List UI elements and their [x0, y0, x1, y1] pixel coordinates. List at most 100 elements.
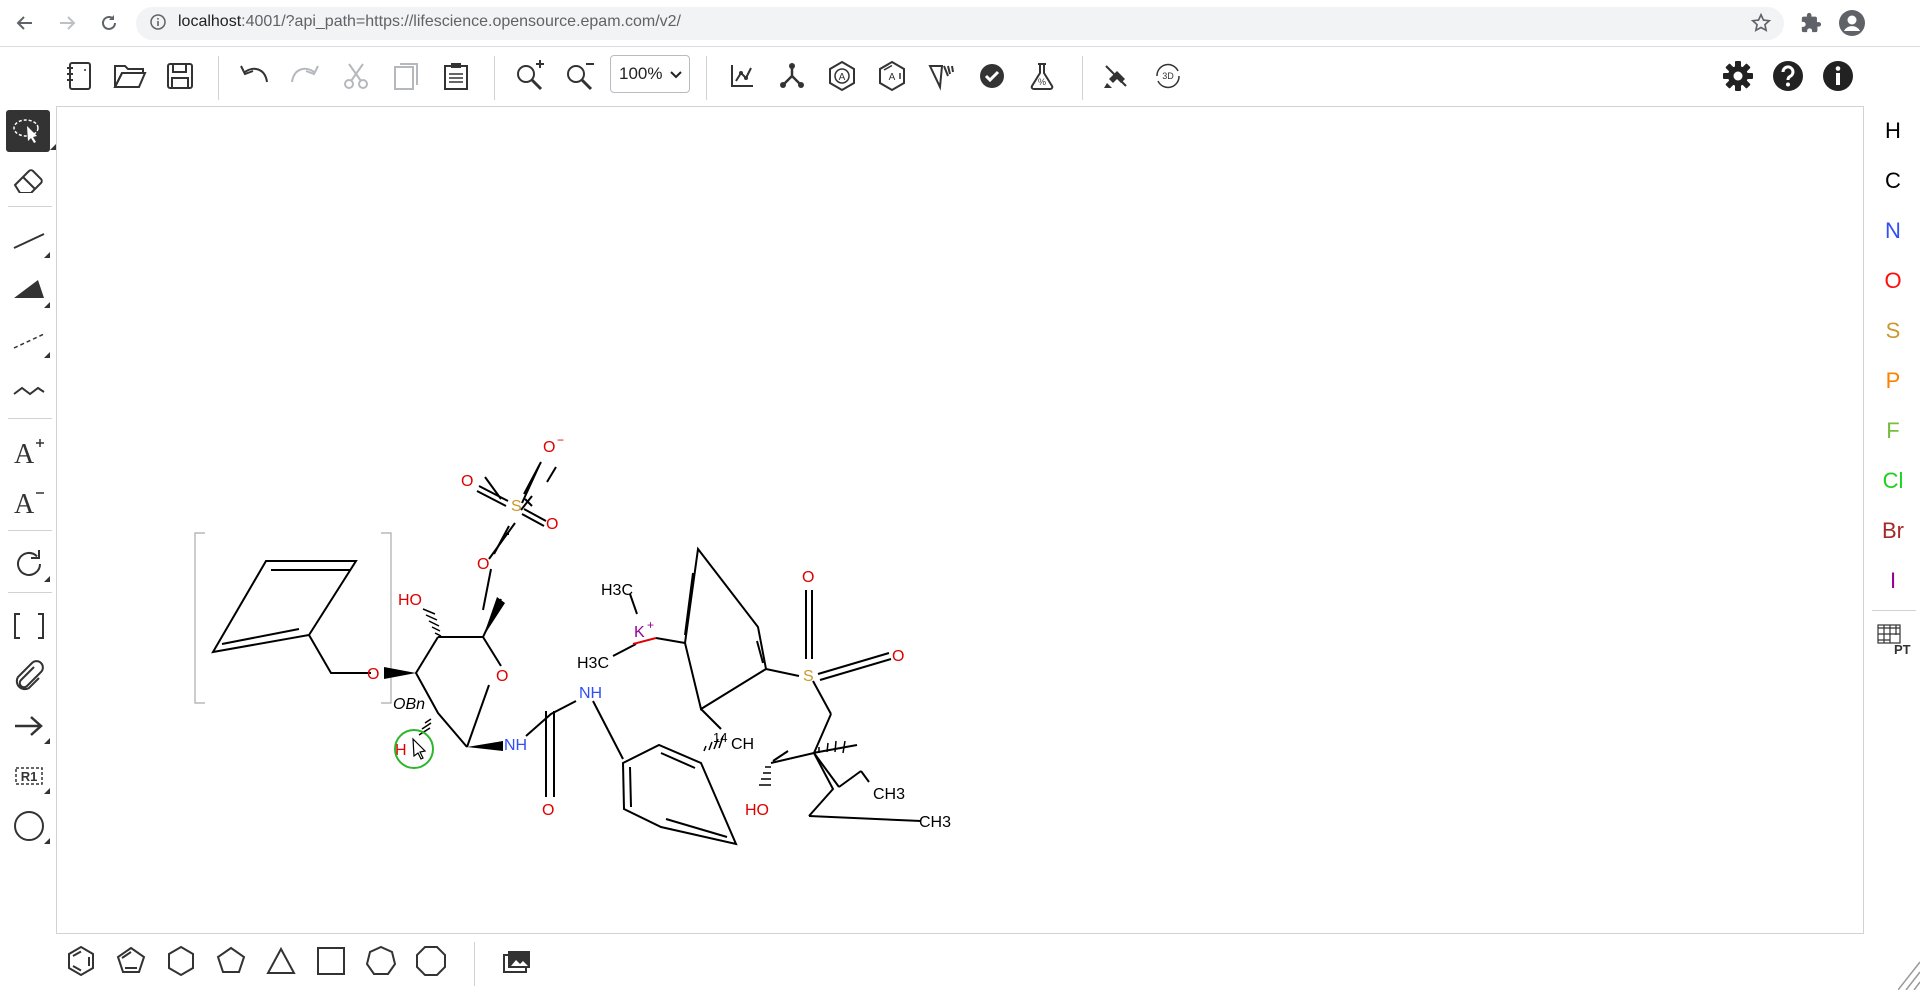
- atom-button-p[interactable]: P: [1866, 368, 1920, 394]
- wavy-bond-tool[interactable]: [8, 370, 50, 410]
- attach-tool[interactable]: [8, 656, 50, 696]
- extensions-icon[interactable]: [1800, 12, 1822, 39]
- atom-o[interactable]: O: [477, 556, 489, 573]
- template-cyclobutane[interactable]: [310, 940, 352, 982]
- atom-s[interactable]: S: [803, 668, 814, 685]
- template-benzene[interactable]: [60, 940, 102, 982]
- dashed-bond-tool[interactable]: [8, 320, 50, 360]
- atom-o[interactable]: O: [802, 569, 814, 586]
- miew-icon[interactable]: [1096, 56, 1136, 96]
- redo-icon[interactable]: [285, 56, 325, 96]
- erase-tool[interactable]: [8, 160, 50, 200]
- upper-ring[interactable]: [683, 546, 800, 730]
- obn-label[interactable]: OBn: [393, 696, 425, 713]
- atom-o[interactable]: O: [892, 648, 904, 665]
- atom-nh[interactable]: NH: [504, 737, 527, 754]
- template-cyclopentane[interactable]: [210, 940, 252, 982]
- zoom-in-icon[interactable]: [510, 56, 550, 96]
- atom-s[interactable]: S: [511, 498, 522, 515]
- template-cyclohexane[interactable]: [160, 940, 202, 982]
- rotate-tool[interactable]: [8, 544, 50, 584]
- shape-circle-tool[interactable]: [8, 806, 50, 846]
- open-icon[interactable]: [110, 56, 150, 96]
- atom-button-f[interactable]: F: [1866, 418, 1920, 444]
- sugar-ring[interactable]: [414, 466, 557, 748]
- template-cycloheptane[interactable]: [360, 940, 402, 982]
- ethyl-bond[interactable]: [838, 770, 870, 788]
- template-cyclooctane[interactable]: [410, 940, 452, 982]
- layout-icon[interactable]: [722, 56, 762, 96]
- drawing-canvas[interactable]: O − O S O O HO O O OBn H NH NH O H3C H3C…: [56, 106, 1864, 934]
- atom-o-ring[interactable]: O: [496, 668, 508, 685]
- zoom-select[interactable]: 100%: [610, 55, 690, 93]
- template-library-icon[interactable]: [496, 940, 538, 982]
- isotope-label[interactable]: 14: [713, 730, 727, 745]
- analyse-icon[interactable]: %: [1022, 56, 1062, 96]
- atom-button-i[interactable]: I: [1866, 568, 1920, 594]
- 3d-icon[interactable]: 3D: [1148, 56, 1188, 96]
- atom-button-o[interactable]: O: [1866, 268, 1920, 294]
- clean-icon[interactable]: [772, 56, 812, 96]
- atom-button-n[interactable]: N: [1866, 218, 1920, 244]
- sgroup-bracket[interactable]: [194, 532, 392, 704]
- atom-ch3[interactable]: CH3: [919, 814, 951, 831]
- atom-o-minus[interactable]: O: [543, 439, 555, 456]
- template-cyclopentadiene[interactable]: [110, 940, 152, 982]
- atom-o-bn[interactable]: O: [367, 666, 379, 683]
- resize-grip-icon[interactable]: [1898, 954, 1920, 990]
- help-icon[interactable]: [1768, 56, 1808, 96]
- atom-button-cl[interactable]: Cl: [1866, 468, 1920, 494]
- about-icon[interactable]: [1818, 56, 1858, 96]
- aromatize-icon[interactable]: A: [822, 56, 862, 96]
- save-icon[interactable]: [160, 56, 200, 96]
- text-minus-tool[interactable]: A: [8, 482, 50, 522]
- select-tool[interactable]: [6, 110, 56, 152]
- wedge-bond[interactable]: [483, 597, 505, 637]
- atom-button-c[interactable]: C: [1866, 168, 1920, 194]
- atom-ch3[interactable]: CH3: [873, 786, 905, 803]
- settings-icon[interactable]: [1718, 56, 1758, 96]
- dearomatize-icon[interactable]: A: [872, 56, 912, 96]
- single-bond-tool[interactable]: [8, 220, 50, 260]
- wedge-bond[interactable]: [467, 741, 503, 751]
- atom-nh[interactable]: NH: [579, 685, 602, 702]
- atom-o[interactable]: O: [461, 473, 473, 490]
- atom-h3c[interactable]: H3C: [601, 582, 633, 599]
- reload-icon[interactable]: [94, 8, 124, 38]
- urea-bonds[interactable]: [525, 700, 624, 797]
- copy-icon[interactable]: [386, 56, 426, 96]
- undo-icon[interactable]: [234, 56, 274, 96]
- atom-button-br[interactable]: Br: [1866, 518, 1920, 544]
- reaction-arrow-tool[interactable]: [8, 706, 50, 746]
- template-cyclopropane[interactable]: [260, 940, 302, 982]
- star-icon[interactable]: [1750, 12, 1772, 39]
- atom-ho[interactable]: HO: [398, 592, 422, 609]
- profile-icon[interactable]: [1838, 9, 1866, 42]
- benzyl-ring[interactable]: [211, 560, 371, 674]
- atom-o[interactable]: O: [546, 516, 558, 533]
- check-icon[interactable]: [972, 56, 1012, 96]
- wedge-bond[interactable]: [384, 667, 416, 679]
- forward-icon[interactable]: [52, 8, 82, 38]
- hashed-bond[interactable]: [418, 608, 442, 736]
- atom-o-carbonyl[interactable]: O: [542, 802, 554, 819]
- r-group-tool[interactable]: R1: [8, 756, 50, 796]
- periodic-table-button[interactable]: PT: [1866, 622, 1920, 664]
- bracket-tool[interactable]: [8, 606, 50, 646]
- info-icon[interactable]: [150, 14, 166, 35]
- paste-icon[interactable]: [436, 56, 476, 96]
- atom-k[interactable]: K: [634, 624, 645, 641]
- wedge-bond-tool[interactable]: [8, 270, 50, 310]
- cut-icon[interactable]: [336, 56, 376, 96]
- atom-button-s[interactable]: S: [1866, 318, 1920, 344]
- lower-ring[interactable]: [621, 743, 738, 846]
- atom-h3c[interactable]: H3C: [577, 655, 609, 672]
- atom-button-h[interactable]: H: [1866, 118, 1920, 144]
- zoom-out-icon[interactable]: [560, 56, 600, 96]
- atom-ch[interactable]: CH: [731, 736, 754, 753]
- text-plus-tool[interactable]: A: [8, 432, 50, 472]
- atom-ho[interactable]: HO: [745, 802, 769, 819]
- new-document-icon[interactable]: [60, 56, 100, 96]
- back-icon[interactable]: [10, 8, 40, 38]
- stereo-icon[interactable]: [922, 56, 962, 96]
